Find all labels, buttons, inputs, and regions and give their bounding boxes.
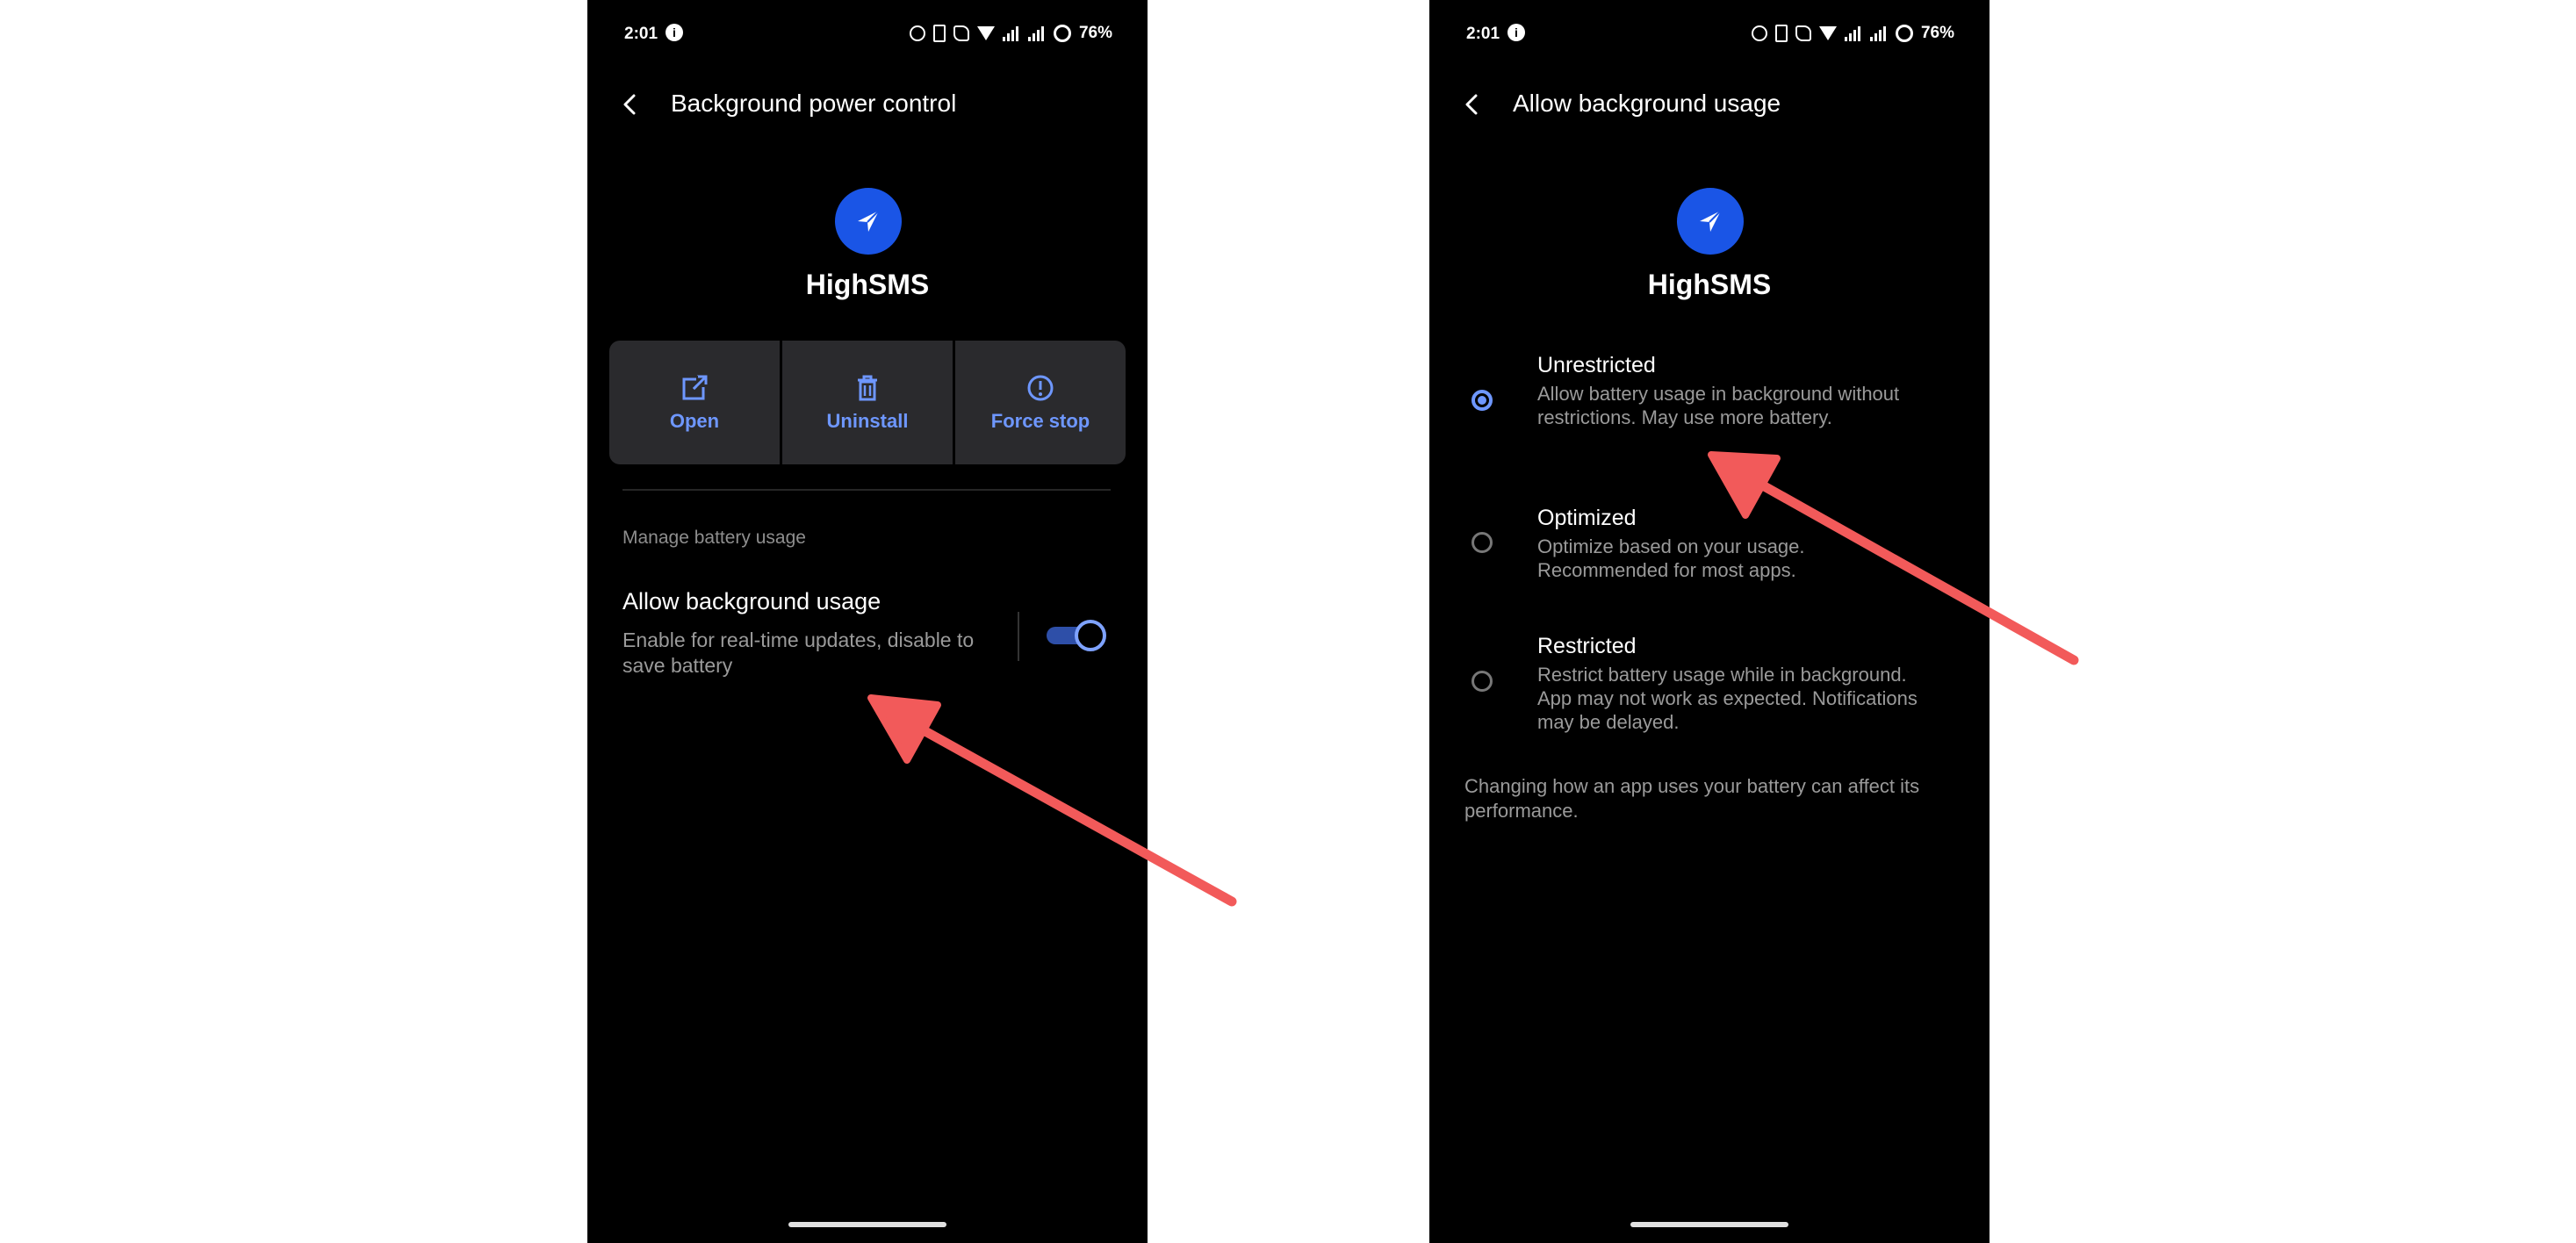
chevron-left-icon [623, 94, 636, 115]
radio-selected[interactable] [1471, 390, 1493, 411]
background-usage-toggle[interactable] [1047, 620, 1106, 651]
battery-percent: 76% [1078, 24, 1112, 42]
status-icons: 76% [1751, 21, 1954, 46]
send-arrow-icon [1700, 210, 1722, 232]
signal-icon [1844, 25, 1862, 41]
send-arrow-icon [858, 210, 880, 232]
force-stop-label: Force stop [990, 409, 1090, 432]
status-time: 2:01 [624, 25, 658, 43]
force-stop-button[interactable]: Force stop [953, 341, 1126, 464]
radio-unselected[interactable] [1471, 671, 1493, 692]
back-button[interactable] [1463, 93, 1482, 115]
divider [622, 489, 1111, 491]
setting-description: Enable for real-time updates, disable to… [622, 629, 975, 677]
signal-icon [1002, 25, 1020, 41]
option-title: Restricted [1537, 634, 1637, 658]
annotation-arrows [867, 451, 2079, 907]
status-icons: 76% [909, 21, 1112, 46]
app-bar: Background power control [587, 77, 1148, 130]
info-icon: i [666, 24, 683, 41]
wifi-icon [1818, 26, 1837, 40]
footnote: Changing how an app uses your battery ca… [1464, 775, 1920, 822]
section-header: Manage battery usage [622, 528, 806, 548]
app-bar: Allow background usage [1429, 77, 1990, 130]
signal-icon [1027, 25, 1046, 41]
vibrate-icon [932, 25, 946, 42]
option-description: Restrict battery usage while in backgrou… [1537, 664, 1918, 733]
alert-circle-icon [1027, 375, 1054, 400]
app-name: HighSMS [805, 269, 930, 300]
home-indicator[interactable] [1630, 1222, 1788, 1227]
option-description: Optimize based on your usage. Recommende… [1537, 535, 1805, 581]
phone-screen-background-power-control: 2:01 i 76% Background power control High… [587, 0, 1148, 1243]
back-button[interactable] [621, 93, 640, 115]
vibrate-icon [1774, 25, 1788, 42]
uninstall-button[interactable]: Uninstall [780, 341, 953, 464]
setting-title: Allow background usage [622, 588, 881, 614]
info-icon: i [1507, 24, 1525, 41]
divider [1018, 612, 1019, 661]
status-time: 2:01 [1466, 25, 1500, 43]
uninstall-label: Uninstall [826, 409, 909, 432]
phone-screen-allow-background-usage: 2:01 i 76% Allow background usage HighSM… [1429, 0, 1990, 1243]
status-bar: 2:01 i 76% [1429, 0, 1990, 65]
app-icon [1677, 188, 1744, 255]
battery-percent: 76% [1920, 24, 1954, 42]
status-bar: 2:01 i 76% [587, 0, 1148, 65]
app-name: HighSMS [1647, 269, 1772, 300]
option-title: Unrestricted [1537, 353, 1656, 377]
open-button[interactable]: Open [609, 341, 780, 464]
signal-icon [1869, 25, 1888, 41]
app-icon [835, 188, 902, 255]
battery-ring-icon [1895, 25, 1913, 42]
chevron-left-icon [1465, 94, 1478, 115]
alarm-icon [909, 25, 925, 41]
home-indicator[interactable] [788, 1222, 946, 1227]
wifi-calling-icon [953, 25, 969, 41]
open-external-icon [682, 375, 708, 399]
open-label: Open [669, 409, 720, 432]
option-title: Optimized [1537, 506, 1637, 530]
trash-icon [858, 375, 877, 400]
radio-unselected[interactable] [1471, 532, 1493, 553]
app-actions: Open Uninstall Force stop [609, 341, 1126, 464]
option-description: Allow battery usage in background withou… [1537, 383, 1900, 428]
page-title: Background power control [671, 90, 957, 117]
wifi-icon [976, 26, 995, 40]
toggle-knob [1075, 620, 1106, 651]
battery-ring-icon [1053, 25, 1071, 42]
wifi-calling-icon [1795, 25, 1811, 41]
alarm-icon [1751, 25, 1767, 41]
allow-background-usage-setting[interactable]: Allow background usage Enable for real-t… [622, 588, 1009, 679]
page-title: Allow background usage [1513, 90, 1781, 117]
